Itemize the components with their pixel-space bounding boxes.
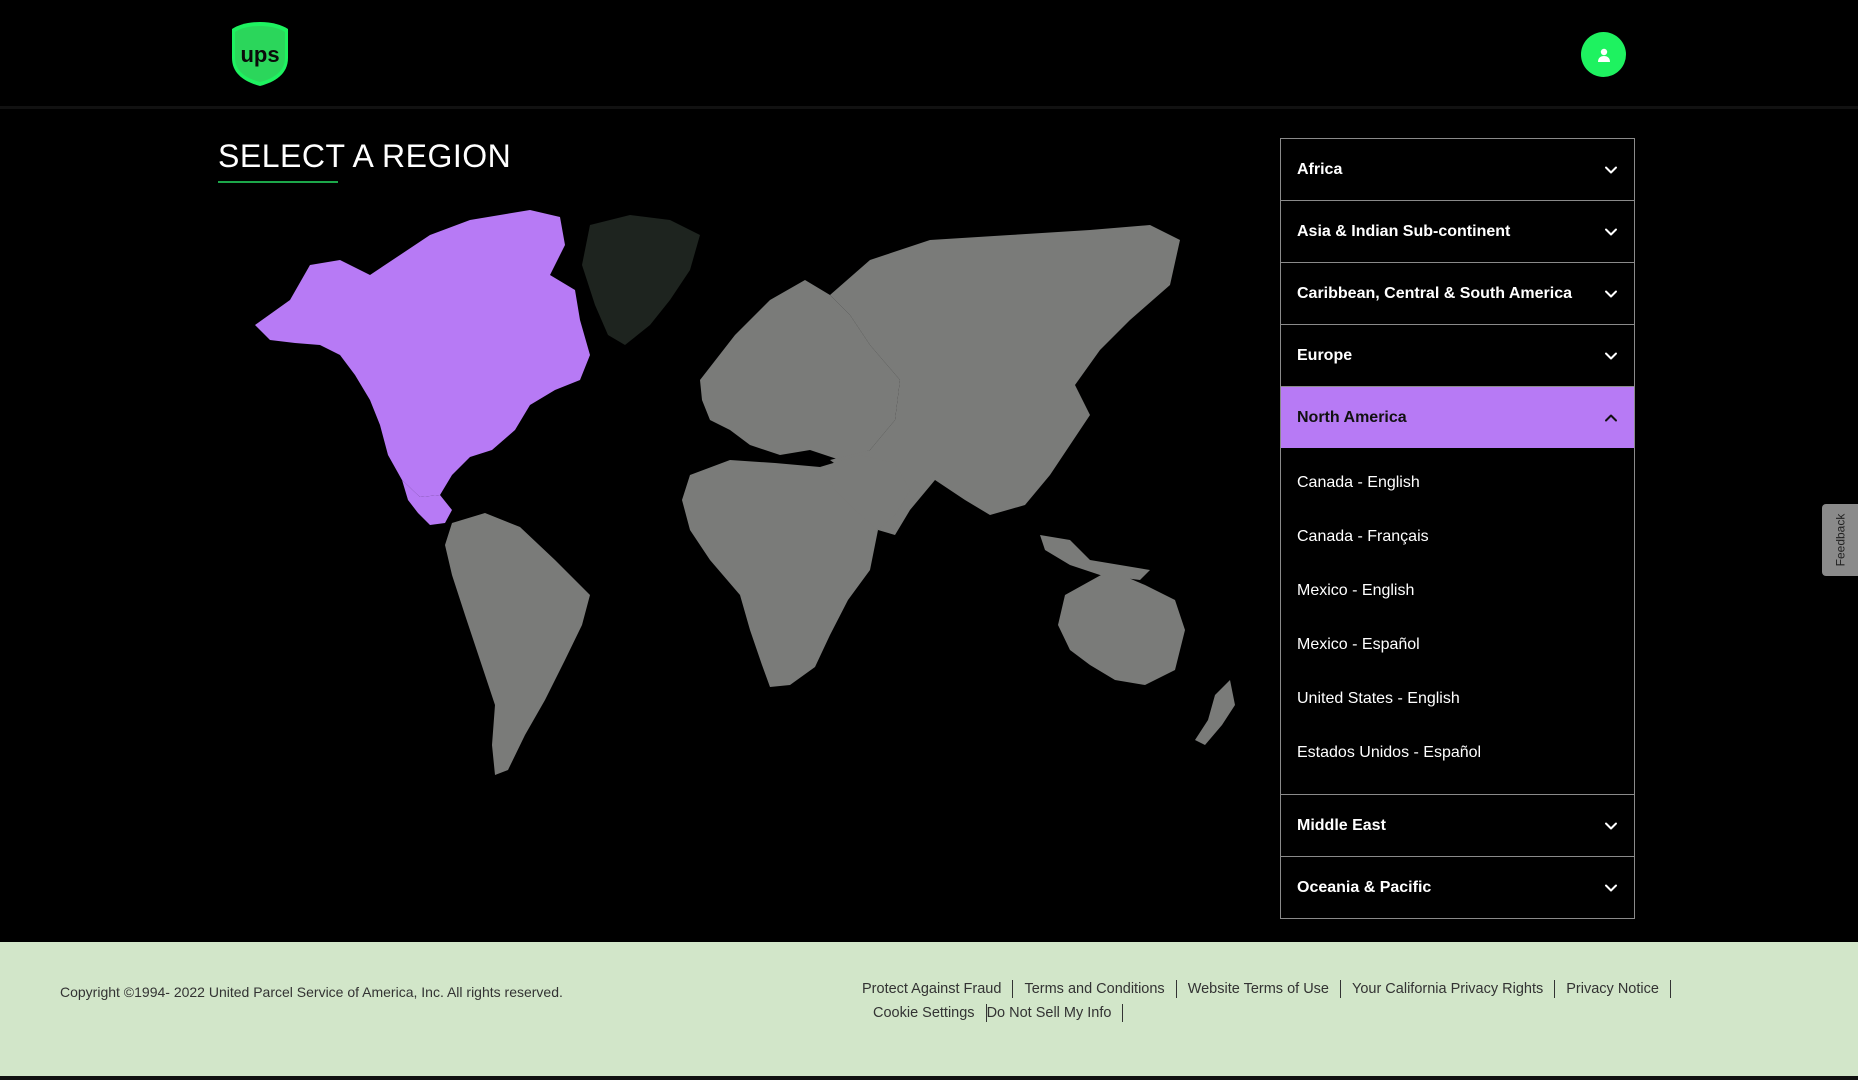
country-link[interactable]: Mexico - Español xyxy=(1281,618,1634,672)
country-link[interactable]: Canada - English xyxy=(1281,456,1634,510)
footer-link-website-terms-of-use[interactable]: Website Terms of Use xyxy=(1177,980,1341,998)
region-item-oceania-pacific: Oceania & Pacific xyxy=(1281,857,1634,918)
region-label: Asia & Indian Sub-continent xyxy=(1297,222,1511,240)
footer-link-privacy-notice[interactable]: Privacy Notice xyxy=(1555,980,1671,998)
user-icon xyxy=(1597,48,1610,62)
country-link[interactable]: Mexico - English xyxy=(1281,564,1634,618)
chevron-down-icon xyxy=(1605,822,1617,829)
copyright-text: Copyright ©1994- 2022 United Parcel Serv… xyxy=(60,984,563,1000)
map-region-north-america[interactable] xyxy=(255,210,590,497)
footer-link-do-not-sell-my-info[interactable]: Do Not Sell My Info xyxy=(987,1004,1124,1022)
region-country-list: Canada - English Canada - Français Mexico … xyxy=(1281,448,1634,794)
region-header-oceania-pacific[interactable]: Oceania & Pacific xyxy=(1281,857,1634,918)
logo-text: ups xyxy=(240,42,279,67)
region-label: Middle East xyxy=(1297,816,1386,834)
map-new-zealand xyxy=(1195,680,1235,745)
map-greenland xyxy=(582,215,700,345)
country-link[interactable]: Estados Unidos - Español xyxy=(1281,726,1634,780)
region-label: Europe xyxy=(1297,346,1353,364)
feedback-tab[interactable]: Feedback xyxy=(1822,504,1858,576)
region-item-asia-indian-sub-continent: Asia & Indian Sub-continent xyxy=(1281,201,1634,263)
map-islands xyxy=(1040,535,1150,580)
chevron-down-icon xyxy=(1605,290,1617,297)
region-label: North America xyxy=(1297,408,1407,426)
region-item-caribbean-central-south-america: Caribbean, Central & South America xyxy=(1281,263,1634,325)
region-accordion: Africa Asia & Indian Sub-continent Caribbe… xyxy=(1280,138,1635,919)
region-header-europe[interactable]: Europe xyxy=(1281,325,1634,386)
footer-link-cookie-settings[interactable]: Cookie Settings xyxy=(862,1004,987,1022)
footer-links: Protect Against Fraud Terms and Conditio… xyxy=(862,980,1782,1022)
region-header-middle-east[interactable]: Middle East xyxy=(1281,795,1634,856)
world-map xyxy=(255,210,1235,775)
region-item-north-america: North America Canada - English Canada - Fr… xyxy=(1281,387,1634,795)
site-footer: Copyright ©1994- 2022 United Parcel Serv… xyxy=(0,942,1858,1076)
bottom-strip xyxy=(0,1076,1858,1080)
map-region-south-america[interactable] xyxy=(445,513,590,775)
region-label: Oceania & Pacific xyxy=(1297,878,1432,896)
region-header-africa[interactable]: Africa xyxy=(1281,139,1634,200)
site-header: ups xyxy=(0,0,1858,109)
chevron-down-icon xyxy=(1605,166,1617,173)
profile-button[interactable] xyxy=(1581,32,1626,77)
region-label: Caribbean, Central & South America xyxy=(1297,284,1573,302)
chevron-down-icon xyxy=(1605,884,1617,891)
region-item-europe: Europe xyxy=(1281,325,1634,387)
footer-link-california-privacy-rights[interactable]: Your California Privacy Rights xyxy=(1341,980,1556,998)
footer-link-protect-against-fraud[interactable]: Protect Against Fraud xyxy=(862,980,1014,998)
region-item-middle-east: Middle East xyxy=(1281,795,1634,857)
region-header-caribbean-central-south-america[interactable]: Caribbean, Central & South America xyxy=(1281,263,1634,324)
feedback-label: Feedback xyxy=(1833,513,1848,567)
page-title: SELECT A REGION xyxy=(218,138,512,174)
region-label: Africa xyxy=(1297,160,1343,178)
ups-logo[interactable]: ups xyxy=(230,20,290,88)
chevron-down-icon xyxy=(1605,352,1617,359)
title-underline xyxy=(218,181,338,183)
footer-link-terms-and-conditions[interactable]: Terms and Conditions xyxy=(1013,980,1177,998)
region-header-asia-indian-sub-continent[interactable]: Asia & Indian Sub-continent xyxy=(1281,201,1634,262)
country-link[interactable]: United States - English xyxy=(1281,672,1634,726)
region-item-africa: Africa xyxy=(1281,139,1634,201)
chevron-down-icon xyxy=(1605,228,1617,235)
country-link[interactable]: Canada - Français xyxy=(1281,510,1634,564)
region-header-north-america[interactable]: North America xyxy=(1281,387,1634,448)
chevron-up-icon xyxy=(1605,414,1617,421)
map-region-oceania[interactable] xyxy=(1058,570,1185,685)
